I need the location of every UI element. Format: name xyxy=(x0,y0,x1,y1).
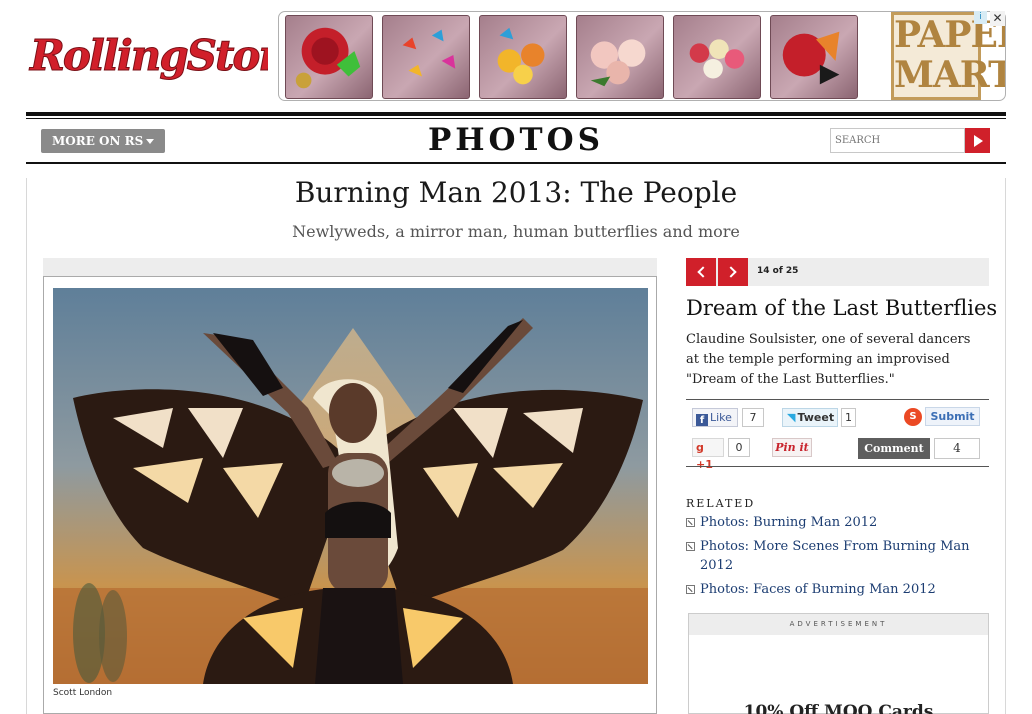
related-heading: RELATED xyxy=(686,497,756,510)
search-input[interactable] xyxy=(830,128,965,153)
slide-caption: Claudine Soulsister, one of several danc… xyxy=(686,332,971,387)
gallery-subtitle: Newlyweds, a mirror man, human butterfli… xyxy=(292,222,740,241)
play-arrow-icon xyxy=(974,135,983,147)
more-on-rs-button[interactable]: MORE ON RS xyxy=(41,129,165,153)
rolling-stone-logo[interactable]: RollingStone xyxy=(28,26,315,84)
slide-counter: 14 of 25 xyxy=(757,266,799,276)
ad-choices-icon[interactable]: i xyxy=(974,11,987,24)
submit-button[interactable]: Submit xyxy=(925,407,980,426)
twitter-bird-icon: ◥ xyxy=(787,411,796,424)
close-icon[interactable]: ✕ xyxy=(990,11,1005,26)
ad-tile-bouquet[interactable] xyxy=(673,15,761,99)
header-rule xyxy=(26,112,1006,116)
content-border-right xyxy=(1005,178,1006,714)
chevron-right-icon xyxy=(725,266,737,278)
slide-title: Dream of the Last Butterflies xyxy=(686,296,998,320)
gallery-title: Burning Man 2013: The People xyxy=(294,176,738,209)
photo-top-band xyxy=(43,258,657,276)
advertisement-box[interactable]: ADVERTISEMENT 10% Off MOO Cards xyxy=(688,613,989,714)
pin-it-button[interactable]: Pin it xyxy=(772,438,812,457)
advertisement-label: ADVERTISEMENT xyxy=(689,614,988,635)
external-link-icon xyxy=(686,518,695,527)
paper-mart-logo[interactable]: PAPER MART xyxy=(891,12,1005,100)
tweet-count: 1 xyxy=(841,408,856,427)
google-plus-icon: g xyxy=(696,441,704,454)
related-link[interactable]: Photos: Faces of Burning Man 2012 xyxy=(686,580,986,599)
comment-count: 4 xyxy=(934,438,980,459)
external-link-icon xyxy=(686,542,695,551)
facebook-icon: f xyxy=(696,414,708,426)
advertisement-text[interactable]: 10% Off MOO Cards xyxy=(689,702,988,714)
external-link-icon xyxy=(686,585,695,594)
section-title: PHOTOS xyxy=(427,122,605,158)
comment-button[interactable]: Comment xyxy=(858,438,930,459)
chevron-left-icon xyxy=(697,266,709,278)
tweet-button[interactable]: ◥ Tweet xyxy=(782,408,838,427)
ad-tile-flowers[interactable] xyxy=(479,15,567,99)
content-border-left xyxy=(26,178,27,714)
related-link[interactable]: Photos: Burning Man 2012 xyxy=(686,513,986,532)
photo-credit: Scott London xyxy=(53,688,113,698)
ad-tile-rose[interactable] xyxy=(285,15,373,99)
search-button[interactable] xyxy=(965,128,990,153)
stumbleupon-icon[interactable]: S xyxy=(904,408,922,426)
divider xyxy=(686,466,989,467)
header-bottom-rule xyxy=(26,162,1006,164)
google-plus-count: 0 xyxy=(728,438,750,457)
svg-text:RollingStone: RollingStone xyxy=(29,31,268,80)
chevron-down-icon xyxy=(146,139,154,144)
ad-banner[interactable]: PAPER MART xyxy=(278,11,1006,101)
previous-button[interactable] xyxy=(686,258,716,286)
ad-tile-roses[interactable] xyxy=(576,15,664,99)
divider xyxy=(686,399,989,400)
google-plus-button[interactable]: g +1 xyxy=(692,438,724,471)
ad-tile-butterflies[interactable] xyxy=(382,15,470,99)
next-button[interactable] xyxy=(718,258,748,286)
ad-tile-red-rose[interactable] xyxy=(770,15,858,99)
like-count: 7 xyxy=(742,408,764,427)
facebook-like-button[interactable]: f Like xyxy=(692,408,738,427)
gallery-photo[interactable] xyxy=(53,288,648,684)
related-link[interactable]: Photos: More Scenes From Burning Man 201… xyxy=(686,537,986,575)
